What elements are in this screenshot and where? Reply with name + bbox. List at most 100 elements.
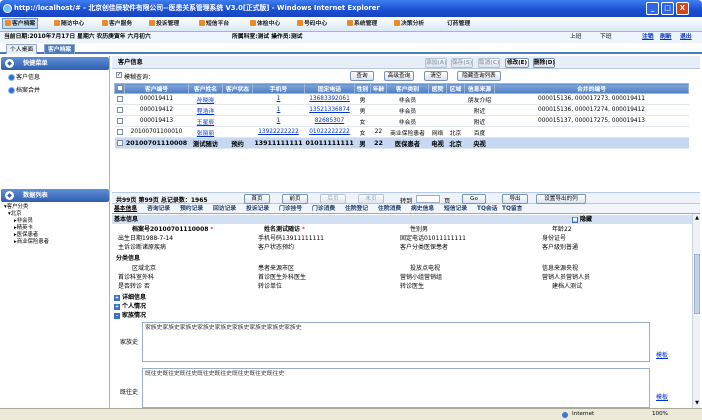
table-row-selected[interactable]: 20100701110008 测试随访 预约 13911111111 01011… — [114, 137, 689, 149]
collapse-icon[interactable]: ◆ — [5, 191, 14, 200]
col-header[interactable]: 信息来源 — [464, 83, 495, 94]
advanced-query-button[interactable]: 高级查询 — [384, 71, 414, 81]
fold-toggle[interactable]: ■ 隐藏 — [572, 215, 592, 224]
col-header[interactable]: 客户编号 — [124, 83, 189, 94]
fuzzy-checkbox[interactable]: ✓ — [116, 72, 122, 79]
tree-node-beijing[interactable]: ▾北京 — [8, 211, 22, 218]
clock-out-link[interactable]: 下班 — [600, 32, 612, 43]
logout-link[interactable]: 注销 — [642, 32, 654, 43]
detail-scrollbar[interactable]: ▲ ▼ — [692, 214, 700, 408]
collapse-icon[interactable]: ◆ — [5, 59, 14, 68]
customer-name-link[interactable]: 张丽丽 — [188, 126, 223, 138]
tab-desktop[interactable]: 个人桌面 — [6, 44, 38, 54]
tab-complaint[interactable]: 投诉记录 — [246, 205, 269, 213]
cancel-button[interactable]: 取消(C) — [478, 58, 500, 68]
menu-sms[interactable]: 短信平台 — [197, 19, 231, 30]
scroll-up-icon[interactable]: ▲ — [694, 215, 700, 221]
family-history-textarea[interactable]: 家族史家族史家族史家族史家族史家族史家族史家族史家族史 — [142, 322, 650, 362]
family-section[interactable]: - 家族情况 — [112, 311, 692, 320]
tab-tq-chat[interactable]: TQ会话 — [477, 205, 497, 213]
tab-inpatient-reg[interactable]: 住院登记 — [345, 205, 368, 213]
customer-name-link[interactable]: 程浩洋 — [188, 104, 223, 116]
col-header[interactable]: 性别 — [354, 83, 371, 94]
edit-button[interactable]: 修改(E) — [505, 58, 529, 68]
export-button[interactable]: 导出 — [502, 194, 528, 204]
col-header[interactable]: 手机号 — [252, 83, 305, 94]
query-button[interactable]: 查询 — [350, 71, 374, 81]
row-checkbox[interactable] — [114, 137, 125, 149]
row-checkbox[interactable] — [114, 104, 125, 116]
menu-medicine-order[interactable]: 订药管理 — [445, 19, 472, 30]
tree-node-elite-card[interactable]: ▸精英卡 — [14, 225, 33, 232]
tab-consult[interactable]: 咨询记录 — [147, 205, 170, 213]
clock-in-link[interactable]: 上班 — [570, 32, 582, 43]
refresh-link[interactable]: 刷新 — [660, 32, 672, 43]
expand-icon[interactable]: - — [114, 313, 120, 319]
last-page-button[interactable]: 末页 — [358, 194, 384, 204]
prev-page-button[interactable]: 前页 — [282, 194, 308, 204]
scroll-thumb[interactable] — [694, 254, 700, 314]
expand-icon[interactable]: + — [114, 304, 120, 310]
collapse-icon[interactable]: ■ — [572, 217, 578, 223]
table-row[interactable]: 000019412 程浩洋 1 13521336874 男 非会员 附近 000… — [114, 104, 689, 116]
col-header[interactable]: 固定电话 — [304, 83, 355, 94]
personal-section[interactable]: + 个人情况 — [112, 302, 692, 311]
family-template-link[interactable]: 模板 — [656, 352, 668, 360]
mobile-link[interactable]: 1 — [252, 93, 305, 105]
close-button[interactable]: X — [676, 2, 689, 15]
add-button[interactable]: 添加(A) — [425, 58, 447, 68]
delete-button[interactable]: 删除(D) — [533, 58, 555, 68]
tab-revisit[interactable]: 回访记录 — [213, 205, 236, 213]
tree-node-nonmember[interactable]: ▸非会员 — [14, 218, 33, 225]
mobile-link[interactable]: 1 — [252, 104, 305, 116]
menu-system[interactable]: 系统管理 — [345, 19, 379, 30]
tree-node-insured[interactable]: ▸医保患者 — [14, 232, 38, 239]
past-history-textarea[interactable]: 既往史既往史既往史既往史既往史既往史既往史既往史 — [142, 368, 650, 408]
table-row[interactable]: 000019413 王星辰 1 82685307 女 非会员 附近 000015… — [114, 115, 689, 127]
cell[interactable]: 01011111111 — [304, 137, 355, 149]
cell[interactable]: 测试随访 — [188, 137, 223, 149]
col-header[interactable]: 客户类别 — [386, 83, 429, 94]
menu-complaint[interactable]: 投诉管理 — [147, 19, 181, 30]
tab-tq-message[interactable]: TQ留言 — [502, 205, 522, 213]
customer-name-link[interactable]: 王星辰 — [188, 115, 223, 127]
menu-number[interactable]: 号码中心 — [295, 19, 329, 30]
tab-sms-records[interactable]: 短信记录 — [444, 205, 467, 213]
menu-customer-archive[interactable]: 客户档案 — [2, 18, 39, 29]
menu-customer-service[interactable]: 客户服务 — [100, 19, 134, 30]
maximize-button[interactable]: □ — [661, 2, 674, 15]
data-list-header[interactable]: ◆ 数据列表 — [1, 189, 109, 202]
next-page-button[interactable]: 后页 — [320, 194, 346, 204]
nav-archive-merge[interactable]: 档案合并 — [8, 86, 40, 95]
export-settings-button[interactable]: 设置导出的列 — [536, 194, 586, 204]
tree-node-commercial[interactable]: ▸商业保险患者 — [14, 239, 49, 246]
tab-inpatient-pay[interactable]: 住院消费 — [378, 205, 401, 213]
detail-info-section[interactable]: + 详细信息 — [112, 293, 692, 302]
go-button[interactable]: Go — [462, 194, 486, 204]
quick-menu-header[interactable]: ◆ 快捷菜单 — [1, 57, 109, 70]
col-header[interactable]: 客户姓名 — [188, 83, 223, 94]
row-checkbox[interactable] — [114, 115, 125, 127]
cell[interactable]: 13911111111 — [252, 137, 305, 149]
tab-appointment[interactable]: 预约记录 — [180, 205, 203, 213]
menu-followup-center[interactable]: 随访中心 — [52, 19, 86, 30]
phone-link[interactable]: 13683392061 — [304, 93, 355, 105]
tree-root[interactable]: ▾客户分类 — [4, 204, 28, 211]
menu-decision[interactable]: 决策分析 — [392, 19, 426, 30]
col-header[interactable]: 年龄 — [370, 83, 387, 94]
tab-outpatient-reg[interactable]: 门诊挂号 — [279, 205, 302, 213]
scroll-down-icon[interactable]: ▼ — [694, 400, 700, 406]
mobile-link[interactable]: 13922222222 — [252, 126, 305, 138]
zoom-level[interactable]: 100% — [652, 409, 668, 420]
clear-button[interactable]: 清空 — [424, 71, 448, 81]
phone-link[interactable]: 82685307 — [304, 115, 355, 127]
tab-medical-history[interactable]: 病史信息 — [411, 205, 434, 213]
row-checkbox[interactable] — [114, 93, 125, 105]
tab-customer-archive[interactable]: 客户档案 — [44, 44, 76, 54]
phone-link[interactable]: 13521336874 — [304, 104, 355, 116]
col-header[interactable]: 区域 — [446, 83, 465, 94]
col-header[interactable]: 合并的编号 — [494, 83, 689, 94]
hide-query-list-button[interactable]: 隐藏查询列表 — [457, 71, 501, 81]
nav-customer-info[interactable]: 客户信息 — [8, 73, 40, 82]
table-row[interactable]: 000019411 孙晓晓 1 13683392061 男 非会员 朋友介绍 0… — [114, 93, 689, 105]
